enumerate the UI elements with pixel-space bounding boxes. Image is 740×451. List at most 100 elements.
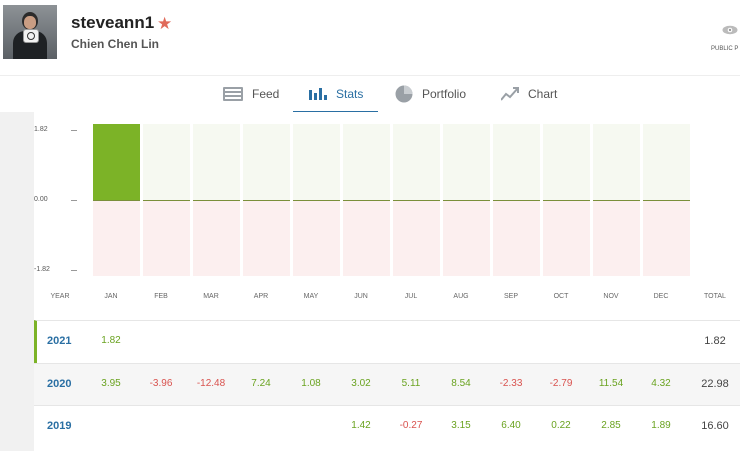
profile-header: steveann1 ★ Chien Chen Lin PUBLIC P	[0, 0, 740, 75]
chart-column-bg-neg-apr	[243, 201, 290, 276]
tab-feed[interactable]: Feed	[223, 76, 279, 112]
row-value-oct: 0.22	[551, 420, 571, 431]
zero-line-dec	[643, 200, 690, 201]
col-header-dec: DEC	[653, 293, 669, 300]
zero-line-mar	[193, 200, 240, 201]
zero-line-oct	[543, 200, 590, 201]
chart-column-bg-feb	[143, 124, 190, 200]
row-value-jul: -0.27	[399, 420, 423, 431]
chart-column-bg-neg-jun	[343, 201, 390, 276]
chart-column-bg-neg-may	[293, 201, 340, 276]
tab-portfolio-label: Portfolio	[422, 87, 467, 101]
col-header-jun: JUN	[354, 293, 368, 300]
row-value-jun: 3.02	[351, 378, 371, 389]
chart-column-bg-neg-dec	[643, 201, 690, 276]
row-value-jan: 3.95	[101, 378, 121, 389]
eye-icon[interactable]	[722, 25, 738, 35]
row-total: 1.82	[704, 335, 726, 347]
col-header-feb: FEB	[154, 293, 168, 300]
col-header-aug: AUG	[453, 293, 469, 300]
row-value-feb: -3.96	[149, 378, 173, 389]
tab-feed-label: Feed	[252, 87, 280, 101]
row-value-jun: 1.42	[351, 420, 371, 431]
col-header-total: TOTAL	[704, 293, 726, 300]
stats-icon	[309, 88, 327, 100]
zero-line-apr	[243, 200, 290, 201]
chart-column-bg-mar	[193, 124, 240, 200]
col-header-year: YEAR	[50, 293, 70, 300]
row-value-sep: 6.40	[501, 420, 521, 431]
tab-stats-label: Stats	[336, 87, 364, 101]
chart-column-bg-sep	[493, 124, 540, 200]
row-value-aug: 8.54	[451, 378, 471, 389]
chart-column-bg-dec	[643, 124, 690, 200]
public-label: PUBLIC P	[711, 46, 739, 52]
zero-line-jun	[343, 200, 390, 201]
chart-column-bg-apr	[243, 124, 290, 200]
zero-line-sep	[493, 200, 540, 201]
row-value-jul: 5.11	[401, 378, 421, 389]
col-header-oct: OCT	[553, 293, 569, 300]
bar-jan[interactable]	[93, 124, 140, 200]
zero-line-feb	[143, 200, 190, 201]
zero-line-nov	[593, 200, 640, 201]
table-row[interactable]	[34, 320, 740, 363]
col-header-jan: JAN	[104, 293, 118, 300]
row-value-may: 1.08	[301, 378, 321, 389]
row-value-jan: 1.82	[101, 335, 121, 346]
col-header-may: MAY	[303, 293, 319, 300]
chart-column-bg-aug	[443, 124, 490, 200]
chart-icon	[501, 87, 519, 101]
col-header-apr: APR	[253, 293, 269, 300]
username: steveann1	[71, 13, 155, 32]
zero-line-jul	[393, 200, 440, 201]
row-value-oct: -2.79	[549, 378, 573, 389]
row-value-aug: 3.15	[451, 420, 471, 431]
avatar[interactable]	[3, 5, 57, 59]
row-total: 22.98	[701, 378, 729, 390]
row-value-dec: 4.32	[651, 378, 671, 389]
chart-column-bg-nov	[593, 124, 640, 200]
star-icon[interactable]: ★	[157, 14, 172, 34]
chart-column-bg-neg-jul	[393, 201, 440, 276]
portfolio-icon	[395, 85, 413, 103]
ytick-mark	[71, 130, 77, 131]
ytick-label-max: 1.82	[34, 126, 48, 133]
chart-column-bg-neg-nov	[593, 201, 640, 276]
chart-column-bg-oct	[543, 124, 590, 200]
tab-portfolio[interactable]: Portfolio	[395, 76, 466, 112]
tab-stats[interactable]: Stats	[309, 76, 363, 112]
ytick-label-min: -1.82	[34, 266, 50, 273]
col-header-nov: NOV	[603, 293, 619, 300]
col-header-jul: JUL	[404, 293, 418, 300]
chart-column-bg-neg-feb	[143, 201, 190, 276]
chart-column-bg-neg-sep	[493, 201, 540, 276]
tab-chart[interactable]: Chart	[501, 76, 557, 112]
row-year[interactable]: 2020	[47, 378, 71, 390]
row-value-nov: 11.54	[598, 378, 624, 389]
tab-chart-label: Chart	[528, 87, 558, 101]
feed-icon	[223, 87, 243, 101]
chart-column-bg-neg-aug	[443, 201, 490, 276]
ytick-mark	[71, 270, 77, 271]
col-header-sep: SEP	[503, 293, 518, 300]
camera-icon	[23, 29, 39, 43]
left-gutter	[0, 112, 34, 451]
chart-column-bg-neg-oct	[543, 201, 590, 276]
tab-bar: Feed Stats Portfolio Chart	[0, 75, 740, 114]
chart-column-bg-neg-jan	[93, 201, 140, 276]
chart-column-bg-may	[293, 124, 340, 200]
chart-column-bg-jul	[393, 124, 440, 200]
row-value-apr: 7.24	[251, 378, 271, 389]
row-year[interactable]: 2019	[47, 420, 71, 432]
row-total: 16.60	[701, 420, 729, 432]
row-value-mar: -12.48	[196, 378, 226, 389]
chart-column-bg-jun	[343, 124, 390, 200]
zero-line-aug	[443, 200, 490, 201]
row-value-dec: 1.89	[651, 420, 671, 431]
row-value-sep: -2.33	[499, 378, 523, 389]
zero-line-may	[293, 200, 340, 201]
col-header-mar: MAR	[203, 293, 219, 300]
row-year[interactable]: 2021	[47, 335, 71, 347]
chart-column-bg-neg-mar	[193, 201, 240, 276]
